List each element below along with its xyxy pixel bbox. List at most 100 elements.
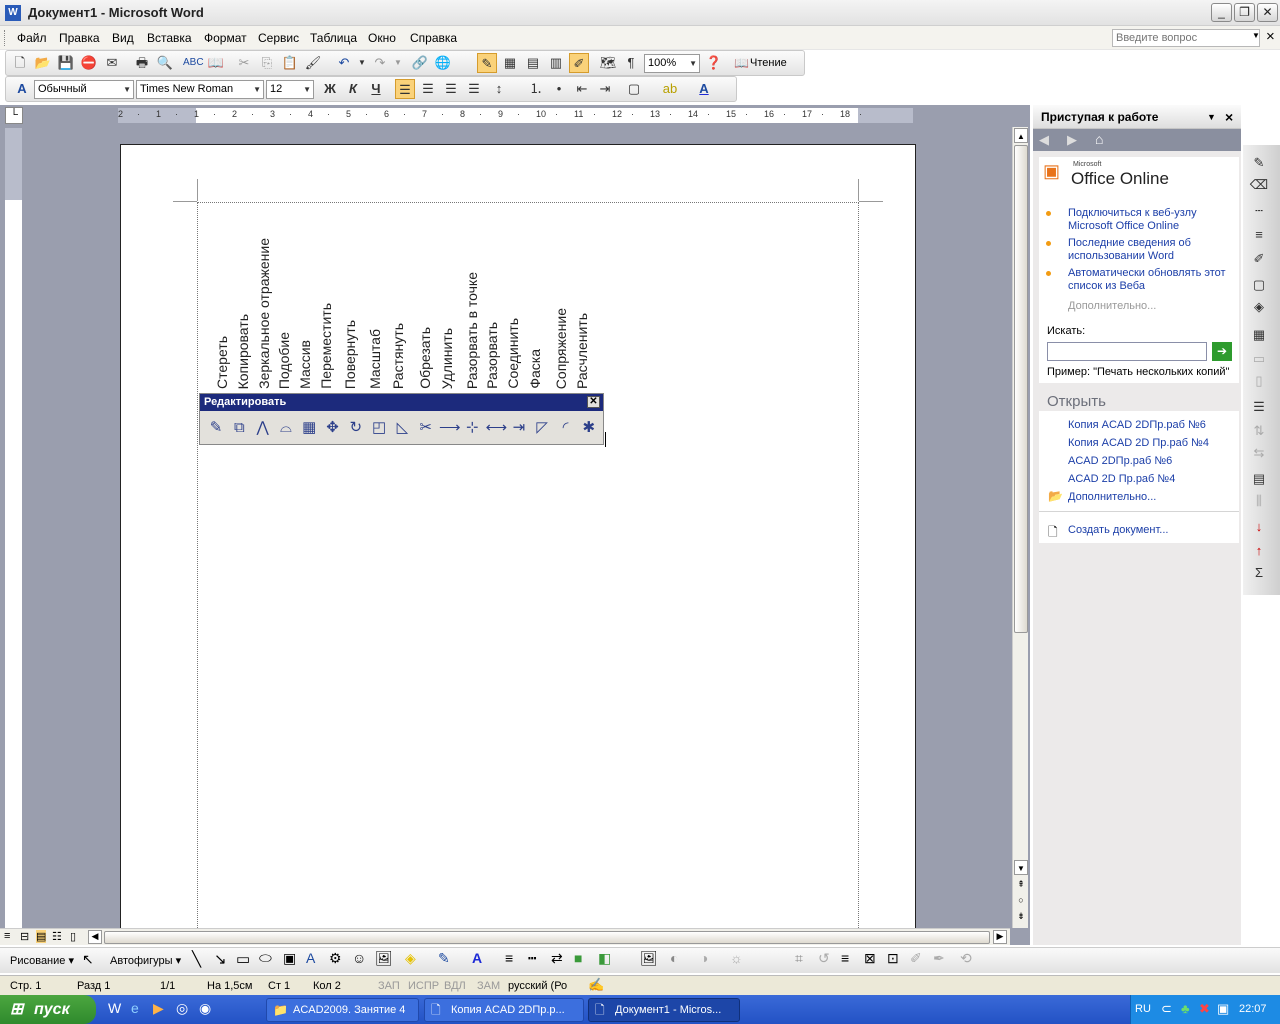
rotated-text-line[interactable]: Переместить — [318, 303, 334, 389]
status-overtype[interactable]: ЗАМ — [477, 980, 500, 992]
start-button[interactable]: ⊞ пуск — [0, 995, 96, 1024]
line-style-icon[interactable]: ≡ — [505, 950, 513, 966]
read-button[interactable]: 📖 Чтение — [732, 54, 791, 73]
font-select[interactable]: Times New Roman ▼ — [136, 80, 264, 99]
tab-selector[interactable]: └ — [5, 107, 23, 124]
edit-toolbar-palette[interactable]: Редактировать ✕ ✎ ⧉ ⋀ ⌓ ▦ ✥ ↻ ◰ ◺ ✂ ⟶ ⊹ ⟷ ⇥ ◸ ◜ ✱ — [199, 393, 604, 445]
reset-picture-icon[interactable]: ⟲ — [960, 950, 972, 967]
spelling-icon[interactable]: ABC — [183, 53, 204, 73]
erase-icon[interactable]: ✎ — [206, 418, 226, 438]
recent-file-item[interactable]: ACAD 2DПр.раб №6 — [1068, 455, 1172, 468]
array-icon[interactable]: ▦ — [299, 418, 319, 438]
language-indicator[interactable]: RU — [1135, 1003, 1151, 1015]
close-button[interactable]: ✕ — [1257, 3, 1278, 22]
browse-object-icon[interactable]: ○ — [1014, 895, 1028, 909]
search-go-icon[interactable]: ➔ — [1212, 342, 1232, 361]
taskbar-item-active[interactable]: 🗋 Документ1 - Micros... — [588, 998, 740, 1022]
oval-icon[interactable]: ⬭ — [259, 950, 272, 967]
font-color-icon[interactable]: A — [694, 79, 714, 99]
fillet-icon[interactable]: ◜ — [556, 418, 576, 438]
wordart-icon[interactable]: A — [306, 950, 315, 966]
move-icon[interactable]: ✥ — [323, 418, 343, 438]
vertical-ruler[interactable] — [5, 128, 22, 928]
draw-menu-button[interactable]: Рисование ▾ — [10, 954, 74, 967]
split-cells-icon[interactable]: ▯ — [1249, 371, 1269, 391]
sort-ascending-icon[interactable]: ↓ — [1249, 517, 1269, 537]
email-icon[interactable]: ✉ — [102, 53, 122, 73]
rotated-text-line[interactable]: Удлинить — [439, 328, 455, 389]
print-preview-icon[interactable]: 🔍 — [155, 53, 175, 73]
extend-icon[interactable]: ⟶ — [439, 418, 461, 438]
rotated-text-line[interactable]: Разорвать в точке — [464, 272, 480, 389]
next-page-icon[interactable]: ⇟ — [1014, 911, 1028, 925]
document-page[interactable]: Стереть Копировать Зеркальное отражение Под… — [120, 144, 916, 942]
rotated-text-line[interactable]: Расчленить — [574, 313, 590, 389]
outside-border-icon[interactable]: ▢ — [1249, 275, 1269, 295]
link-connect-online[interactable]: Подключиться к веб-узлу Microsoft Office… — [1068, 207, 1228, 233]
shading-icon[interactable]: ◈ — [1249, 297, 1269, 317]
distribute-columns-icon[interactable]: ⇆ — [1249, 443, 1269, 463]
rotated-text-line[interactable]: Копировать — [235, 314, 251, 389]
format-picture-icon[interactable]: ✐ — [910, 950, 922, 967]
autoformat-icon[interactable]: ▤ — [1249, 469, 1269, 489]
select-objects-icon[interactable]: ↖ — [82, 951, 94, 968]
media-quicklaunch-icon[interactable]: ▶ — [153, 1000, 164, 1017]
undo-dropdown-icon[interactable]: ▼ — [352, 53, 372, 73]
break-at-point-icon[interactable]: ⊹ — [462, 418, 482, 438]
taskbar-item[interactable]: 🗋 Копия ACAD 2DПр.р... — [424, 998, 584, 1022]
print-icon[interactable]: 🖶 — [132, 53, 152, 73]
home-icon[interactable]: ⌂ — [1095, 131, 1103, 147]
decrease-indent-icon[interactable]: ⇤ — [572, 79, 592, 99]
clock[interactable]: 22:07 — [1239, 1003, 1267, 1015]
borders-icon[interactable]: ▢ — [624, 79, 644, 99]
color-icon[interactable]: ◐ — [670, 950, 678, 966]
redo-dropdown-icon[interactable]: ▼ — [388, 53, 408, 73]
search-input[interactable] — [1047, 342, 1207, 361]
link-latest-news[interactable]: Последние сведения об использовании Word — [1068, 237, 1228, 263]
columns-icon[interactable]: ▥ — [546, 53, 566, 73]
rotate-left-icon[interactable]: ↺ — [818, 950, 830, 967]
menu-table[interactable]: Таблица — [310, 31, 357, 45]
textbox-icon[interactable]: ▣ — [283, 950, 296, 967]
scroll-up-icon[interactable]: ▲ — [1014, 128, 1028, 143]
zoom-select[interactable]: 100% ▼ — [644, 54, 700, 73]
clipart-icon[interactable]: ☺ — [352, 950, 366, 966]
help-question-input[interactable] — [1112, 29, 1260, 47]
arrow-style-icon[interactable]: ⇄ — [551, 950, 563, 967]
tables-borders-icon[interactable]: ✎ — [477, 53, 497, 73]
undo-icon[interactable]: ↶ — [334, 53, 354, 73]
rotated-text-line[interactable]: Повернуть — [342, 320, 358, 389]
redo-icon[interactable]: ↷ — [370, 53, 390, 73]
status-track[interactable]: ИСПР — [408, 980, 439, 992]
outline-view-icon[interactable]: ☷ — [52, 930, 62, 943]
horizontal-scrollbar[interactable]: ≡ ⊟ ▤ ☷ ▯ ◀ ▶ — [0, 928, 1010, 945]
rotated-text-line[interactable]: Массив — [297, 340, 313, 389]
save-icon[interactable]: 💾 — [56, 53, 76, 73]
arrow-icon[interactable]: ↘ — [214, 950, 227, 968]
research-icon[interactable]: 📖 — [206, 53, 226, 73]
menu-window[interactable]: Окно — [368, 31, 396, 45]
copy-icon[interactable]: ⧉ — [229, 418, 249, 438]
autosum-icon[interactable]: Σ — [1249, 563, 1269, 583]
rotated-text-line[interactable]: Соединить — [505, 318, 521, 389]
break-icon[interactable]: ⟷ — [486, 418, 508, 438]
style-select[interactable]: Обычный ▼ — [34, 80, 134, 99]
justify-icon[interactable]: ☰ — [464, 79, 484, 99]
insert-excel-icon[interactable]: ▤ — [523, 53, 543, 73]
picture-line-style-icon[interactable]: ≡ — [841, 950, 849, 966]
taskbar-item[interactable]: 📁 ACAD2009. Занятие 4 — [266, 998, 419, 1022]
menu-tools[interactable]: Сервис — [258, 31, 299, 45]
vertical-scrollbar[interactable]: ▲ ▼ ⇞ ○ ⇟ — [1012, 127, 1028, 928]
draw-table-icon[interactable]: ✎ — [1249, 153, 1269, 173]
document-map-icon[interactable]: 🗺 — [598, 53, 618, 73]
menu-insert[interactable]: Вставка — [147, 31, 192, 45]
forward-icon[interactable]: ▶ — [1067, 132, 1077, 148]
crop-icon[interactable]: ⌗ — [795, 950, 803, 967]
maximize-button[interactable]: ❐ — [1234, 3, 1255, 22]
scroll-down-icon[interactable]: ▼ — [1014, 860, 1028, 875]
palette-close-button[interactable]: ✕ — [587, 396, 600, 408]
line-icon[interactable]: ╲ — [192, 950, 201, 968]
recent-file-item[interactable]: Копия ACAD 2DПр.раб №6 — [1068, 419, 1206, 432]
menu-help[interactable]: Справка — [410, 31, 457, 45]
permission-icon[interactable]: ⛔ — [79, 53, 99, 73]
